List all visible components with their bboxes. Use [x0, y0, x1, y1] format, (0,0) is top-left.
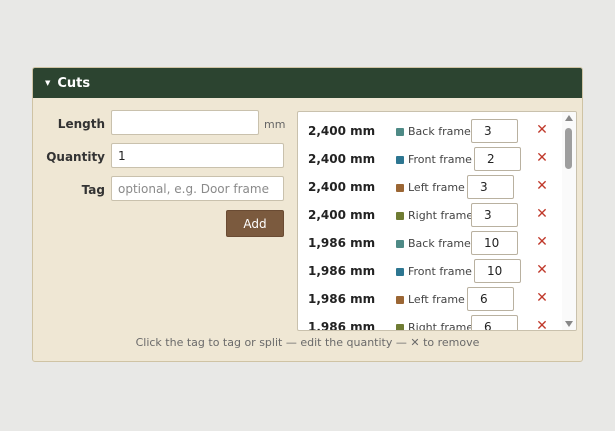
cut-length: 1,986 mm [308, 320, 376, 330]
tag-color-swatch [396, 295, 404, 304]
cuts-rows: 2,400 mmBack frame✕2,400 mmFront frame✕2… [298, 112, 562, 330]
scroll-down-arrow-icon[interactable] [565, 321, 573, 327]
add-button[interactable]: Add [226, 210, 284, 237]
tag-color-swatch [396, 183, 404, 192]
tag-color-swatch [396, 127, 404, 136]
cut-tag-label: Right frame [408, 209, 474, 222]
cut-row: 2,400 mm Back frame ✕ [298, 117, 562, 145]
cut-row: 1,986 mm Left frame ✕ [298, 285, 562, 313]
cut-quantity-input[interactable] [471, 119, 518, 143]
cut-tag-label: Left frame [408, 293, 465, 306]
cut-row: 2,400 mm Front frame ✕ [298, 145, 562, 173]
cuts-panel: ▼ Cuts Length mm Quantity Tag Add 2,400 … [32, 67, 583, 362]
cut-tag[interactable]: Left frame [396, 181, 465, 194]
cut-length: 2,400 mm [308, 124, 376, 138]
remove-cut-icon[interactable]: ✕ [534, 150, 550, 166]
scroll-up-arrow-icon[interactable] [565, 115, 573, 121]
tag-color-swatch [396, 267, 404, 276]
cut-row: 1,986 mm Right frame ✕ [298, 313, 562, 330]
cut-row: 1,986 mm Front frame ✕ [298, 257, 562, 285]
tag-label: Tag [81, 183, 105, 197]
panel-header[interactable]: ▼ Cuts [33, 68, 582, 98]
cut-quantity-input[interactable] [474, 259, 521, 283]
cut-row: 2,400 mm Right frame ✕ [298, 201, 562, 229]
cut-length: 2,400 mm [308, 152, 376, 166]
tag-color-swatch [396, 239, 404, 248]
cut-quantity-input[interactable] [467, 287, 514, 311]
quantity-label: Quantity [46, 150, 105, 164]
panel-title: Cuts [57, 75, 91, 91]
cut-quantity-input[interactable] [471, 315, 518, 330]
length-input[interactable] [111, 110, 259, 135]
cut-row: 1,986 mm Back frame ✕ [298, 229, 562, 257]
cut-tag[interactable]: Back frame [396, 125, 471, 138]
cut-row: 2,400 mm Left frame ✕ [298, 173, 562, 201]
tag-color-swatch [396, 323, 404, 330]
cut-quantity-input[interactable] [471, 203, 518, 227]
collapse-caret-icon[interactable]: ▼ [45, 79, 50, 87]
cut-quantity-input[interactable] [467, 175, 514, 199]
cut-length: 1,986 mm [308, 264, 376, 278]
cut-tag[interactable]: Back frame [396, 237, 471, 250]
cut-length: 1,986 mm [308, 236, 376, 250]
cut-tag[interactable]: Front frame [396, 265, 472, 278]
cut-tag[interactable]: Left frame [396, 293, 465, 306]
cut-quantity-input[interactable] [474, 147, 521, 171]
cut-tag-label: Back frame [408, 237, 471, 250]
cut-tag-label: Left frame [408, 181, 465, 194]
cut-length: 1,986 mm [308, 292, 376, 306]
cut-tag-label: Back frame [408, 125, 471, 138]
length-label: Length [57, 117, 105, 131]
cuts-list[interactable]: 2,400 mmBack frame✕2,400 mmFront frame✕2… [297, 111, 577, 331]
tag-color-swatch [396, 155, 404, 164]
remove-cut-icon[interactable]: ✕ [534, 234, 550, 250]
scroll-thumb[interactable] [565, 128, 572, 169]
cut-tag[interactable]: Right frame [396, 321, 473, 330]
cut-quantity-input[interactable] [471, 231, 518, 255]
cut-tag-label: Right frame [408, 321, 474, 330]
remove-cut-icon[interactable]: ✕ [534, 178, 550, 194]
cut-tag[interactable]: Right frame [396, 209, 473, 222]
remove-cut-icon[interactable]: ✕ [534, 318, 550, 330]
cut-tag[interactable]: Front frame [396, 153, 472, 166]
scrollbar[interactable] [562, 112, 576, 330]
quantity-input[interactable] [111, 143, 284, 168]
tag-color-swatch [396, 211, 404, 220]
cut-length: 2,400 mm [308, 180, 376, 194]
tag-input[interactable] [111, 176, 284, 201]
help-text: Click the tag to tag or split — edit the… [135, 336, 480, 349]
cut-length: 2,400 mm [308, 208, 376, 222]
cut-tag-label: Front frame [408, 265, 472, 278]
cut-tag-label: Front frame [408, 153, 472, 166]
length-unit: mm [264, 118, 286, 131]
remove-cut-icon[interactable]: ✕ [534, 262, 550, 278]
remove-cut-icon[interactable]: ✕ [534, 122, 550, 138]
remove-cut-icon[interactable]: ✕ [534, 290, 550, 306]
remove-cut-icon[interactable]: ✕ [534, 206, 550, 222]
